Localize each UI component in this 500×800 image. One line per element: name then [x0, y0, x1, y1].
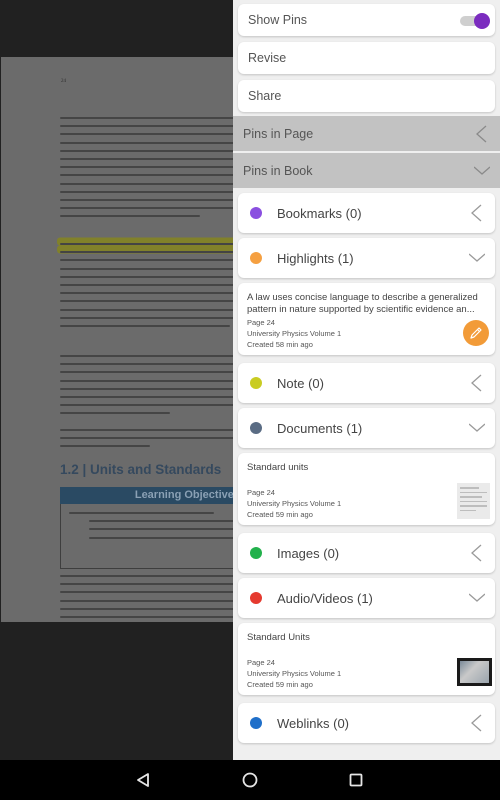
chevron-left-icon	[471, 374, 482, 392]
nav-back-button[interactable]	[133, 770, 153, 790]
document-item-page: Page 24	[247, 488, 275, 497]
audio-video-item-book: University Physics Volume 1	[247, 669, 342, 678]
audio-videos-color-dot	[250, 592, 262, 604]
documents-label: Documents (1)	[277, 421, 363, 436]
audio-video-item-created: Created 59 min ago	[247, 680, 313, 689]
document-thumbnail[interactable]	[457, 483, 490, 519]
pins-in-book-label: Pins in Book	[243, 164, 313, 178]
edit-highlight-button[interactable]	[463, 320, 489, 346]
bookmarks-color-dot	[250, 207, 262, 219]
learning-objectives-box	[60, 504, 233, 569]
pins-in-page-label: Pins in Page	[243, 127, 314, 141]
revise-button[interactable]: Revise	[238, 42, 495, 74]
chevron-down-icon	[469, 253, 485, 262]
chevron-down-icon	[469, 593, 485, 602]
learning-objectives-bar: Learning Objectives	[60, 487, 233, 504]
document-item-created: Created 59 min ago	[247, 510, 313, 519]
highlight-item-page: Page 24	[247, 318, 275, 327]
document-item-book: University Physics Volume 1	[247, 499, 342, 508]
section-heading: 1.2 | Units and Standards	[60, 462, 222, 477]
highlight-item-book: University Physics Volume 1	[247, 329, 342, 338]
page-number: 24	[61, 79, 66, 84]
chevron-left-icon	[476, 125, 487, 143]
weblinks-color-dot	[250, 717, 262, 729]
pins-in-page-section[interactable]: Pins in Page	[233, 116, 500, 151]
nav-home-button[interactable]	[240, 770, 260, 790]
weblinks-label: Weblinks (0)	[277, 716, 350, 731]
paragraph-models	[60, 355, 233, 421]
recents-square-icon	[349, 773, 363, 787]
category-highlights[interactable]: Highlights (1)	[238, 238, 495, 278]
chevron-left-icon	[471, 544, 482, 562]
chevron-down-icon	[469, 423, 485, 432]
edit-pencil-icon	[470, 327, 482, 339]
audio-video-item-page: Page 24	[247, 658, 275, 667]
note-label: Note (0)	[277, 376, 324, 391]
category-note[interactable]: Note (0)	[238, 363, 495, 403]
learning-objectives-label: Learning Objectives	[134, 489, 233, 501]
category-images[interactable]: Images (0)	[238, 533, 495, 573]
category-audio-videos[interactable]: Audio/Videos (1)	[238, 578, 495, 618]
pins-panel: Show Pins Revise Share Pins in Page Pins…	[233, 0, 500, 760]
paragraph-study	[60, 429, 233, 454]
highlights-color-dot	[250, 252, 262, 264]
audio-video-item[interactable]: Standard Units Page 24 University Physic…	[238, 623, 495, 695]
toggle-thumb	[474, 13, 490, 29]
share-label: Share	[248, 89, 282, 103]
document-item[interactable]: Standard units Page 24 University Physic…	[238, 453, 495, 525]
bookmarks-label: Bookmarks (0)	[277, 206, 362, 221]
audio-videos-label: Audio/Videos (1)	[277, 591, 373, 606]
video-thumbnail[interactable]	[457, 658, 492, 686]
share-button[interactable]: Share	[238, 80, 495, 112]
book-page[interactable]: 24 1.2 | Units and Standards Learning Ob…	[1, 57, 233, 622]
images-color-dot	[250, 547, 262, 559]
highlight-item-text: A law uses concise language to describe …	[247, 292, 478, 315]
highlight-item[interactable]: A law uses concise language to describe …	[238, 283, 495, 355]
revise-label: Revise	[248, 51, 287, 65]
highlight-item-created: Created 58 min ago	[247, 340, 313, 349]
note-color-dot	[250, 377, 262, 389]
category-documents[interactable]: Documents (1)	[238, 408, 495, 448]
category-bookmarks[interactable]: Bookmarks (0)	[238, 193, 495, 233]
document-item-title: Standard units	[247, 462, 309, 473]
category-weblinks[interactable]: Weblinks (0)	[238, 703, 495, 743]
show-pins-option[interactable]: Show Pins	[238, 4, 495, 36]
show-pins-label: Show Pins	[248, 13, 308, 27]
chevron-down-icon	[474, 166, 490, 175]
audio-video-item-title: Standard Units	[247, 632, 310, 643]
home-circle-icon	[242, 772, 258, 788]
paragraph-units	[60, 575, 233, 622]
documents-color-dot	[250, 422, 262, 434]
pins-in-book-section[interactable]: Pins in Book	[233, 153, 500, 188]
images-label: Images (0)	[277, 546, 340, 561]
highlights-label: Highlights (1)	[277, 251, 354, 266]
nav-recents-button[interactable]	[346, 770, 366, 790]
system-navigation-bar	[0, 760, 500, 800]
highlighted-paragraph-law[interactable]	[60, 243, 233, 333]
show-pins-toggle[interactable]	[460, 13, 490, 29]
chevron-left-icon	[471, 714, 482, 732]
chevron-left-icon	[471, 204, 482, 222]
back-triangle-icon	[137, 773, 149, 787]
paragraph-theory	[60, 117, 233, 223]
book-reader: 24 1.2 | Units and Standards Learning Ob…	[0, 0, 233, 760]
